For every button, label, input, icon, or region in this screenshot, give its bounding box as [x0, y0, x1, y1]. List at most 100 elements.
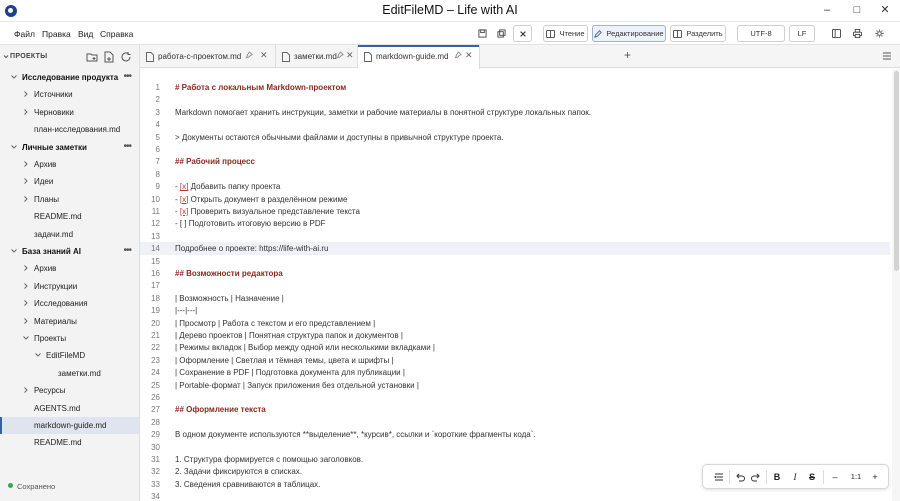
menu-help[interactable]: Справка	[100, 29, 133, 39]
maximize-icon[interactable]: □	[842, 0, 872, 22]
editor-line[interactable]: 5 > Документы остаются обычными файлами и…	[140, 131, 890, 143]
new-file-icon[interactable]	[103, 51, 115, 63]
tree-folder[interactable]: Источники	[0, 86, 139, 103]
tab-close-icon[interactable]: ✕	[346, 50, 354, 61]
editor-line[interactable]: 19 |---|---|	[140, 304, 890, 316]
chevron-down-icon[interactable]	[22, 334, 30, 342]
tree-file[interactable]: markdown-guide.md	[0, 417, 139, 434]
pin-icon[interactable]	[244, 51, 253, 60]
editor-line[interactable]: 13	[140, 230, 890, 242]
collapse-arrows-icon[interactable]	[3, 54, 9, 60]
tree-folder[interactable]: Проекты	[0, 330, 139, 347]
more-options-icon[interactable]: •••	[123, 71, 131, 82]
editor-line[interactable]: 8	[140, 168, 890, 180]
hamburger-menu-icon[interactable]	[882, 51, 892, 61]
tree-section[interactable]: Исследование продукта •••	[0, 69, 139, 86]
tab-work-with-project[interactable]: работа-с-проектом.md ✕	[140, 45, 276, 68]
tab-close-icon[interactable]: ✕	[260, 50, 268, 61]
tree-file[interactable]: задачи.md	[0, 226, 139, 243]
editor-line[interactable]: 10 - [x] Открыть документ в разделённом р…	[140, 193, 890, 205]
encoding-button[interactable]: UTF-8	[737, 25, 785, 42]
chevron-right-icon[interactable]	[22, 160, 30, 168]
menu-view[interactable]: Вид	[78, 29, 93, 39]
more-options-icon[interactable]: •••	[123, 245, 131, 256]
chevron-down-icon[interactable]	[34, 351, 42, 359]
pin-icon[interactable]	[453, 51, 462, 60]
editor-line[interactable]: 26	[140, 391, 890, 403]
editor-line[interactable]: 22 | Режимы вкладок | Выбор между одной и…	[140, 341, 890, 353]
tree-folder[interactable]: Материалы	[0, 313, 139, 330]
chevron-right-icon[interactable]	[22, 317, 30, 325]
more-options-icon[interactable]: •••	[123, 141, 131, 152]
chevron-right-icon[interactable]	[22, 299, 30, 307]
chevron-right-icon[interactable]	[22, 386, 30, 394]
line-ending-button[interactable]: LF	[789, 25, 815, 42]
refresh-icon[interactable]	[120, 51, 132, 63]
tree-folder[interactable]: Архив	[0, 156, 139, 173]
add-tab-icon[interactable]: +	[624, 48, 631, 62]
new-project-icon[interactable]	[86, 51, 98, 63]
tab-markdown-guide[interactable]: markdown-guide.md ✕	[358, 45, 480, 69]
close-window-icon[interactable]: ✕	[870, 0, 900, 22]
italic-button[interactable]: I	[789, 471, 801, 483]
editor-line[interactable]: 29 В одном документе используются **выдел…	[140, 428, 890, 440]
editor-line[interactable]: 16 ## Возможности редактора	[140, 267, 890, 279]
close-document-button[interactable]	[513, 25, 532, 42]
editor-line[interactable]: 23 | Оформление | Светлая и тёмная темы, …	[140, 354, 890, 366]
tree-section[interactable]: База знаний AI •••	[0, 243, 139, 260]
markdown-editor[interactable]: 1 # Работа с локальным Markdown-проектом 2…	[140, 69, 900, 501]
tab-notes[interactable]: заметки.md ✕	[276, 45, 358, 68]
chevron-right-icon[interactable]	[22, 90, 30, 98]
toggle-sidebar-button[interactable]	[828, 25, 845, 42]
editor-line[interactable]: 28	[140, 416, 890, 428]
format-toggle-icon[interactable]	[713, 471, 725, 483]
tree-section[interactable]: Личные заметки •••	[0, 139, 139, 156]
menu-edit[interactable]: Правка	[42, 29, 71, 39]
editor-scrollbar[interactable]	[892, 69, 900, 501]
editor-line[interactable]: 2	[140, 93, 890, 105]
tree-folder[interactable]: Архив	[0, 260, 139, 277]
editor-line[interactable]: 15	[140, 255, 890, 267]
chevron-right-icon[interactable]	[22, 108, 30, 116]
bold-button[interactable]: B	[771, 471, 783, 483]
copy-button[interactable]	[493, 25, 510, 42]
read-mode-button[interactable]: Чтение	[543, 25, 588, 42]
editor-line[interactable]: 27 ## Оформление текста	[140, 403, 890, 415]
editor-line[interactable]: 14 Подробнее о проекте: https://life-with…	[140, 242, 890, 255]
zoom-out-button[interactable]: –	[829, 471, 841, 483]
chevron-right-icon[interactable]	[22, 195, 30, 203]
chevron-right-icon[interactable]	[22, 177, 30, 185]
tree-file[interactable]: заметки.md	[0, 365, 139, 382]
tree-folder[interactable]: Инструкции	[0, 278, 139, 295]
chevron-down-icon[interactable]	[10, 73, 18, 81]
editor-line[interactable]: 24 | Сохранение в PDF | Подготовка докуме…	[140, 366, 890, 378]
editor-line[interactable]: 30	[140, 441, 890, 453]
redo-icon[interactable]	[750, 471, 762, 483]
tree-folder[interactable]: EditFileMD	[0, 347, 139, 364]
chevron-down-icon[interactable]	[10, 247, 18, 255]
editor-line[interactable]: 7 ## Рабочий процесс	[140, 155, 890, 167]
theme-toggle-button[interactable]	[871, 25, 888, 42]
tree-file[interactable]: README.md	[0, 434, 139, 451]
chevron-right-icon[interactable]	[22, 282, 30, 290]
tree-file[interactable]: README.md	[0, 208, 139, 225]
editor-line[interactable]: 3 Markdown помогает хранить инструкции, з…	[140, 106, 890, 118]
zoom-level[interactable]: 1:1	[846, 471, 866, 483]
editor-line[interactable]: 12 - [ ] Подготовить итоговую версию в PD…	[140, 217, 890, 229]
editor-line[interactable]: 4	[140, 118, 890, 130]
edit-mode-button[interactable]: Редактирование	[592, 25, 666, 42]
editor-line[interactable]: 9 - [x] Добавить папку проекта	[140, 180, 890, 192]
zoom-in-button[interactable]: +	[869, 471, 881, 483]
editor-line[interactable]: 17	[140, 279, 890, 291]
split-mode-button[interactable]: Разделить	[670, 25, 726, 42]
chevron-right-icon[interactable]	[22, 264, 30, 272]
tree-folder[interactable]: Исследования	[0, 295, 139, 312]
minimize-icon[interactable]: –	[812, 0, 842, 22]
tree-folder[interactable]: Черновики	[0, 104, 139, 121]
scrollbar-thumb[interactable]	[894, 71, 899, 271]
tree-file[interactable]: AGENTS.md	[0, 400, 139, 417]
editor-line[interactable]: 34	[140, 490, 890, 501]
editor-line[interactable]: 21 | Дерево проектов | Понятная структура…	[140, 329, 890, 341]
editor-line[interactable]: 1 # Работа с локальным Markdown-проектом	[140, 81, 890, 93]
editor-line[interactable]: 11 - [x] Проверить визуальное представлен…	[140, 205, 890, 217]
